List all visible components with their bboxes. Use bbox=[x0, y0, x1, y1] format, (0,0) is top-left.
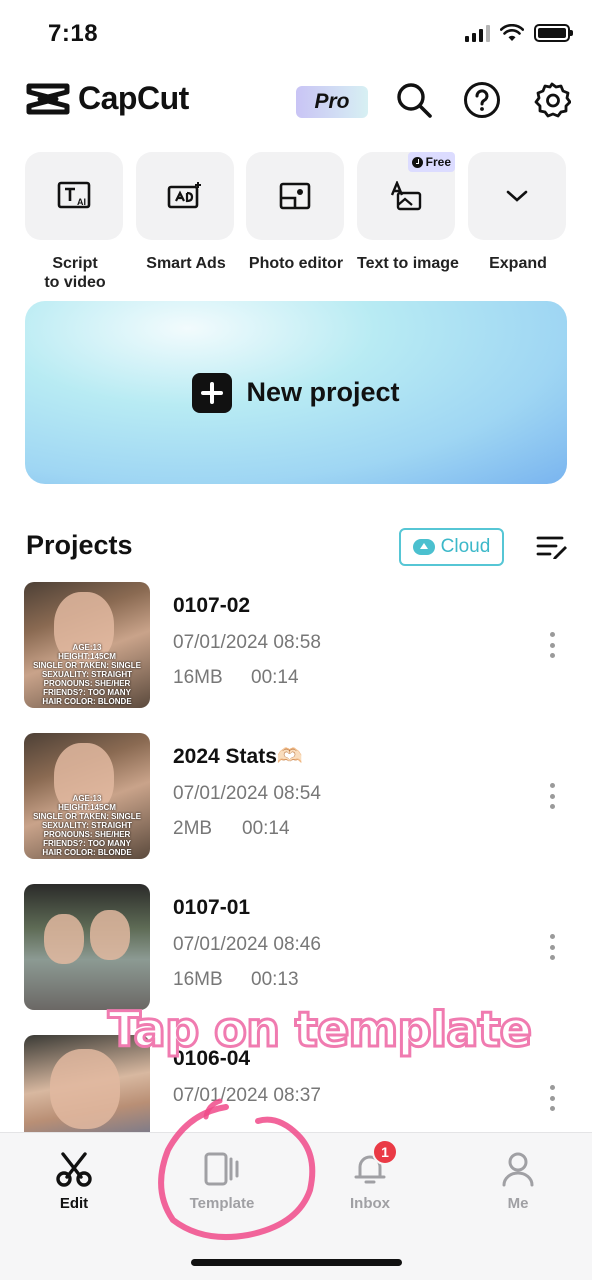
chevron-down-icon bbox=[506, 190, 528, 202]
cloud-label: Cloud bbox=[440, 536, 491, 557]
projects-header: Projects Cloud bbox=[26, 526, 570, 568]
project-row[interactable]: AGE:13 HEIGHT:145CM SINGLE OR TAKEN: SIN… bbox=[24, 733, 568, 861]
project-name: 0107-01 bbox=[173, 896, 251, 919]
tool-expand[interactable]: Expand bbox=[468, 152, 568, 273]
tab-me[interactable]: Me bbox=[468, 1149, 568, 1212]
search-icon[interactable] bbox=[394, 80, 434, 120]
tab-label: Me bbox=[507, 1195, 529, 1212]
project-thumbnail bbox=[24, 884, 150, 1010]
free-badge: Free bbox=[407, 152, 455, 172]
tool-photo-editor[interactable]: Photo editor bbox=[246, 152, 346, 273]
svg-text:AI: AI bbox=[77, 197, 86, 207]
project-name: 2024 Stats🫶🏻 bbox=[173, 745, 304, 768]
project-date: 07/01/2024 08:58 bbox=[173, 632, 321, 653]
more-icon[interactable] bbox=[544, 1085, 560, 1111]
tool-shortcuts: AI Script to video Smart Ads Photo edito… bbox=[24, 152, 568, 292]
notification-badge: 1 bbox=[372, 1139, 398, 1165]
project-thumbnail: AGE:13 HEIGHT:145CM SINGLE OR TAKEN: SIN… bbox=[24, 733, 150, 859]
project-name: 0107-02 bbox=[173, 594, 251, 617]
tab-label: Inbox bbox=[350, 1195, 390, 1212]
projects-title: Projects bbox=[26, 530, 133, 560]
settings-icon[interactable] bbox=[532, 80, 572, 120]
battery-icon bbox=[534, 24, 573, 42]
new-project-label: New project bbox=[246, 377, 400, 407]
cloud-button[interactable]: Cloud bbox=[399, 528, 504, 566]
plus-icon bbox=[192, 372, 233, 413]
text-ai-icon: AI bbox=[57, 181, 91, 209]
clock-icon bbox=[411, 156, 423, 168]
photo-editor-icon bbox=[279, 182, 311, 210]
instruction-annotation: Tap on template bbox=[106, 1001, 533, 1060]
tool-text-to-image[interactable]: Free Text to image bbox=[357, 152, 459, 273]
tab-inbox[interactable]: 1 Inbox bbox=[320, 1139, 420, 1212]
tool-label: Smart Ads bbox=[146, 255, 226, 272]
tab-label: Edit bbox=[59, 1195, 89, 1212]
tool-smart-ads[interactable]: Smart Ads bbox=[136, 152, 236, 273]
user-icon bbox=[502, 1152, 534, 1187]
status-time: 7:18 bbox=[48, 20, 99, 47]
status-icons bbox=[465, 24, 573, 42]
text-to-image-icon bbox=[390, 181, 422, 211]
project-duration: 00:14 bbox=[242, 818, 290, 839]
help-icon[interactable] bbox=[462, 80, 502, 120]
project-row[interactable]: 0107-01 07/01/2024 08:46 16MB 00:13 bbox=[24, 884, 568, 1012]
app-header: CapCut Pro bbox=[0, 76, 592, 128]
pro-badge[interactable]: Pro bbox=[296, 86, 368, 118]
project-size: 16MB bbox=[173, 667, 223, 688]
tool-label: Expand bbox=[489, 255, 547, 272]
more-icon[interactable] bbox=[544, 783, 560, 809]
more-icon[interactable] bbox=[544, 632, 560, 658]
project-duration: 00:13 bbox=[251, 969, 299, 990]
project-duration: 00:14 bbox=[251, 667, 299, 688]
scissors-icon bbox=[56, 1152, 92, 1187]
project-size: 16MB bbox=[173, 969, 223, 990]
highlight-circle bbox=[158, 1098, 316, 1241]
tool-label: Text to image bbox=[357, 255, 459, 272]
more-icon[interactable] bbox=[544, 934, 560, 960]
tool-script-to-video[interactable]: AI Script to video bbox=[25, 152, 125, 292]
tool-label: Script to video bbox=[44, 255, 106, 291]
capcut-logo: CapCut bbox=[26, 80, 189, 117]
app-name: CapCut bbox=[78, 80, 189, 116]
smart-ads-icon bbox=[167, 182, 201, 209]
manage-list-icon[interactable] bbox=[536, 534, 568, 560]
wifi-icon bbox=[500, 24, 524, 41]
tool-label: Photo editor bbox=[248, 255, 344, 272]
signal-icon bbox=[465, 24, 490, 42]
capcut-logo-icon bbox=[26, 83, 70, 114]
tab-edit[interactable]: Edit bbox=[24, 1149, 124, 1212]
status-bar: 7:18 bbox=[0, 0, 592, 72]
project-date: 07/01/2024 08:54 bbox=[173, 783, 321, 804]
project-size: 2MB bbox=[173, 818, 213, 839]
home-indicator bbox=[191, 1259, 402, 1266]
project-thumbnail: AGE:13 HEIGHT:145CM SINGLE OR TAKEN: SIN… bbox=[24, 582, 150, 708]
new-project-button[interactable]: New project bbox=[25, 301, 567, 484]
project-row[interactable]: AGE:13 HEIGHT:145CM SINGLE OR TAKEN: SIN… bbox=[24, 582, 568, 710]
cloud-upload-icon bbox=[412, 539, 435, 555]
project-date: 07/01/2024 08:46 bbox=[173, 934, 321, 955]
